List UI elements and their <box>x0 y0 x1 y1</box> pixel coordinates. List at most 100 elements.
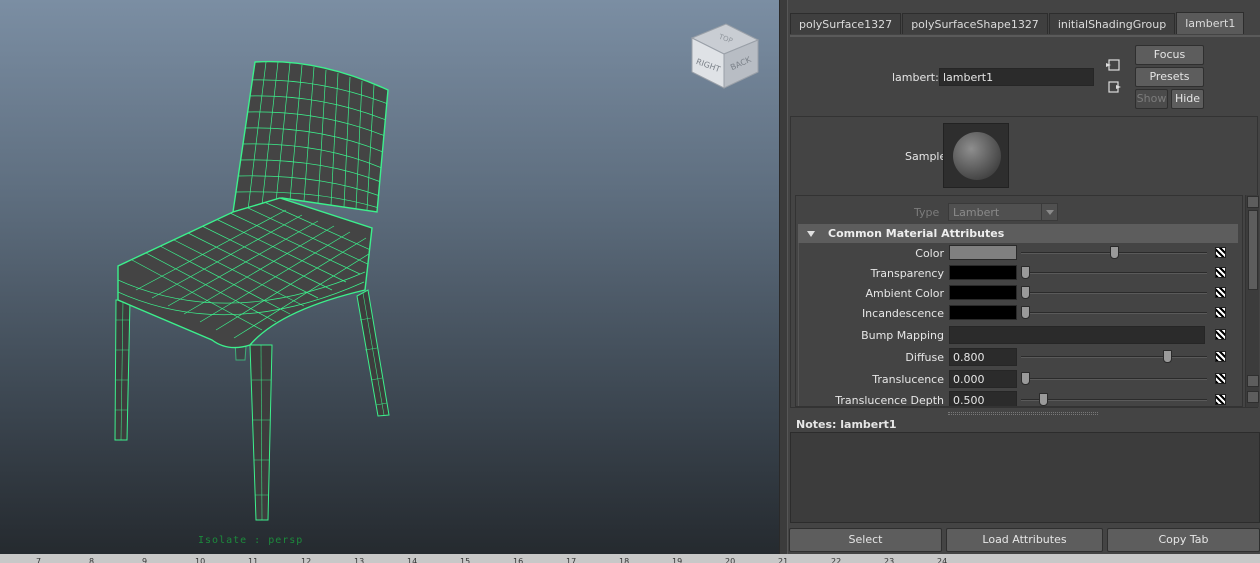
section-title: Common Material Attributes <box>828 227 1005 240</box>
attr-slider[interactable] <box>1021 393 1207 406</box>
translucence-field[interactable]: 0.000 <box>949 370 1017 388</box>
tab-polysurfaceshape[interactable]: polySurfaceShape1327 <box>902 13 1048 34</box>
slider-handle[interactable] <box>1021 286 1030 299</box>
copy-tab-button[interactable]: Copy Tab <box>1107 528 1260 552</box>
timeline-tick: 11 <box>248 557 259 563</box>
show-button[interactable]: Show <box>1135 89 1168 109</box>
chevron-down-icon <box>1041 204 1057 220</box>
color-swatch[interactable] <box>949 305 1017 320</box>
chair-wireframe-model[interactable] <box>0 0 779 554</box>
timeline-tick: 7 <box>36 557 42 563</box>
attr-row-incandescence: Incandescence <box>799 303 1239 323</box>
time-slider[interactable]: 7 8 9 10 11 12 13 14 15 16 17 18 19 20 21 22 23 24 <box>0 554 1260 563</box>
attr-slider[interactable] <box>1021 306 1207 319</box>
tab-underline <box>790 35 1260 37</box>
map-checker-icon[interactable] <box>1215 247 1226 258</box>
timeline-tick: 10 <box>195 557 206 563</box>
timeline-tick: 19 <box>672 557 683 563</box>
type-label: Type <box>914 206 940 219</box>
focus-button[interactable]: Focus <box>1135 45 1204 65</box>
attr-slider[interactable] <box>1021 246 1207 259</box>
attr-label: Bump Mapping <box>861 329 944 342</box>
attr-label: Translucence Depth <box>835 394 944 407</box>
slider-handle[interactable] <box>1109 246 1119 259</box>
attr-label: Ambient Color <box>865 287 944 300</box>
3d-viewport[interactable]: TOP RIGHT BACK Isolate : persp <box>0 0 779 554</box>
input-connection-icon[interactable] <box>1106 59 1120 71</box>
attr-row-translucence: Translucence 0.000 <box>799 369 1239 389</box>
timeline-tick: 15 <box>460 557 471 563</box>
map-checker-icon[interactable] <box>1215 307 1226 318</box>
timeline-tick: 20 <box>725 557 736 563</box>
tab-initialshadinggroup[interactable]: initialShadingGroup <box>1048 13 1176 34</box>
load-attributes-button[interactable]: Load Attributes <box>946 528 1103 552</box>
timeline-tick: 22 <box>831 557 842 563</box>
presets-button[interactable]: Presets <box>1135 67 1204 87</box>
color-swatch[interactable] <box>949 285 1017 300</box>
panel-splitter[interactable] <box>779 0 788 554</box>
scroll-up-arrow-icon[interactable] <box>1247 375 1259 387</box>
timeline-tick: 12 <box>301 557 312 563</box>
attribute-scroll-area[interactable]: Type Lambert Common Material Attributes … <box>795 195 1243 407</box>
node-name-row: lambert: lambert1 <box>788 66 1128 88</box>
tab-lambert1[interactable]: lambert1 <box>1176 12 1245 34</box>
map-checker-icon[interactable] <box>1215 287 1226 298</box>
slider-handle[interactable] <box>1021 306 1030 319</box>
scroll-down-arrow-icon[interactable] <box>1247 391 1259 403</box>
attr-slider[interactable] <box>1021 266 1207 279</box>
material-sample-swatch[interactable] <box>943 123 1009 188</box>
notes-textarea[interactable] <box>790 432 1260 523</box>
sample-label: Sample <box>905 150 947 163</box>
node-tabs: polySurface1327 polySurfaceShape1327 ini… <box>790 12 1245 35</box>
attribute-scrollbar[interactable] <box>1245 195 1259 407</box>
map-checker-icon[interactable] <box>1215 351 1226 362</box>
node-name-field[interactable]: lambert1 <box>939 68 1094 86</box>
slider-handle[interactable] <box>1038 393 1048 406</box>
color-swatch[interactable] <box>949 265 1017 280</box>
collapse-triangle-icon <box>807 231 815 241</box>
notes-label: Notes: lambert1 <box>796 418 897 431</box>
scroll-up-arrow-icon[interactable] <box>1247 196 1259 208</box>
timeline-tick: 8 <box>89 557 95 563</box>
type-dropdown[interactable]: Lambert <box>948 203 1058 221</box>
common-material-attributes-header[interactable]: Common Material Attributes <box>798 224 1238 243</box>
attr-row-diffuse: Diffuse 0.800 <box>799 347 1239 367</box>
viewcube[interactable]: TOP RIGHT BACK <box>686 18 764 94</box>
translucence-depth-field[interactable]: 0.500 <box>949 391 1017 406</box>
bump-mapping-field[interactable] <box>949 326 1205 344</box>
material-sample-sphere <box>953 132 1001 180</box>
attr-slider[interactable] <box>1021 372 1207 385</box>
map-checker-icon[interactable] <box>1215 373 1226 384</box>
attr-slider[interactable] <box>1021 350 1207 363</box>
attr-label: Transparency <box>870 267 944 280</box>
hide-button[interactable]: Hide <box>1171 89 1204 109</box>
attr-label: Incandescence <box>861 307 944 320</box>
slider-handle[interactable] <box>1162 350 1172 363</box>
attr-slider[interactable] <box>1021 286 1207 299</box>
attr-row-color: Color <box>799 243 1239 263</box>
type-dropdown-value: Lambert <box>953 206 1000 219</box>
select-button[interactable]: Select <box>789 528 942 552</box>
color-swatch[interactable] <box>949 245 1017 260</box>
map-checker-icon[interactable] <box>1215 394 1226 405</box>
timeline-tick: 21 <box>778 557 789 563</box>
slider-handle[interactable] <box>1021 372 1030 385</box>
material-panel: Sample Type Lambert Common Material Attr… <box>790 116 1259 408</box>
tab-polysurface[interactable]: polySurface1327 <box>790 13 902 34</box>
attr-row-translucence-depth: Translucence Depth 0.500 <box>799 390 1239 407</box>
camera-hud-label: Isolate : persp <box>198 535 304 546</box>
attr-row-ambient-color: Ambient Color <box>799 283 1239 303</box>
attr-row-bump-mapping: Bump Mapping <box>799 325 1239 345</box>
map-checker-icon[interactable] <box>1215 267 1226 278</box>
resize-grip[interactable] <box>948 412 1098 415</box>
attr-label: Color <box>915 247 944 260</box>
attribute-editor: polySurface1327 polySurfaceShape1327 ini… <box>788 0 1260 554</box>
timeline-tick: 13 <box>354 557 365 563</box>
timeline-tick: 23 <box>884 557 895 563</box>
diffuse-field[interactable]: 0.800 <box>949 348 1017 366</box>
slider-handle[interactable] <box>1021 266 1030 279</box>
timeline-tick: 14 <box>407 557 418 563</box>
map-checker-icon[interactable] <box>1215 329 1226 340</box>
output-connection-icon[interactable] <box>1108 81 1122 93</box>
scrollbar-thumb[interactable] <box>1248 210 1258 290</box>
